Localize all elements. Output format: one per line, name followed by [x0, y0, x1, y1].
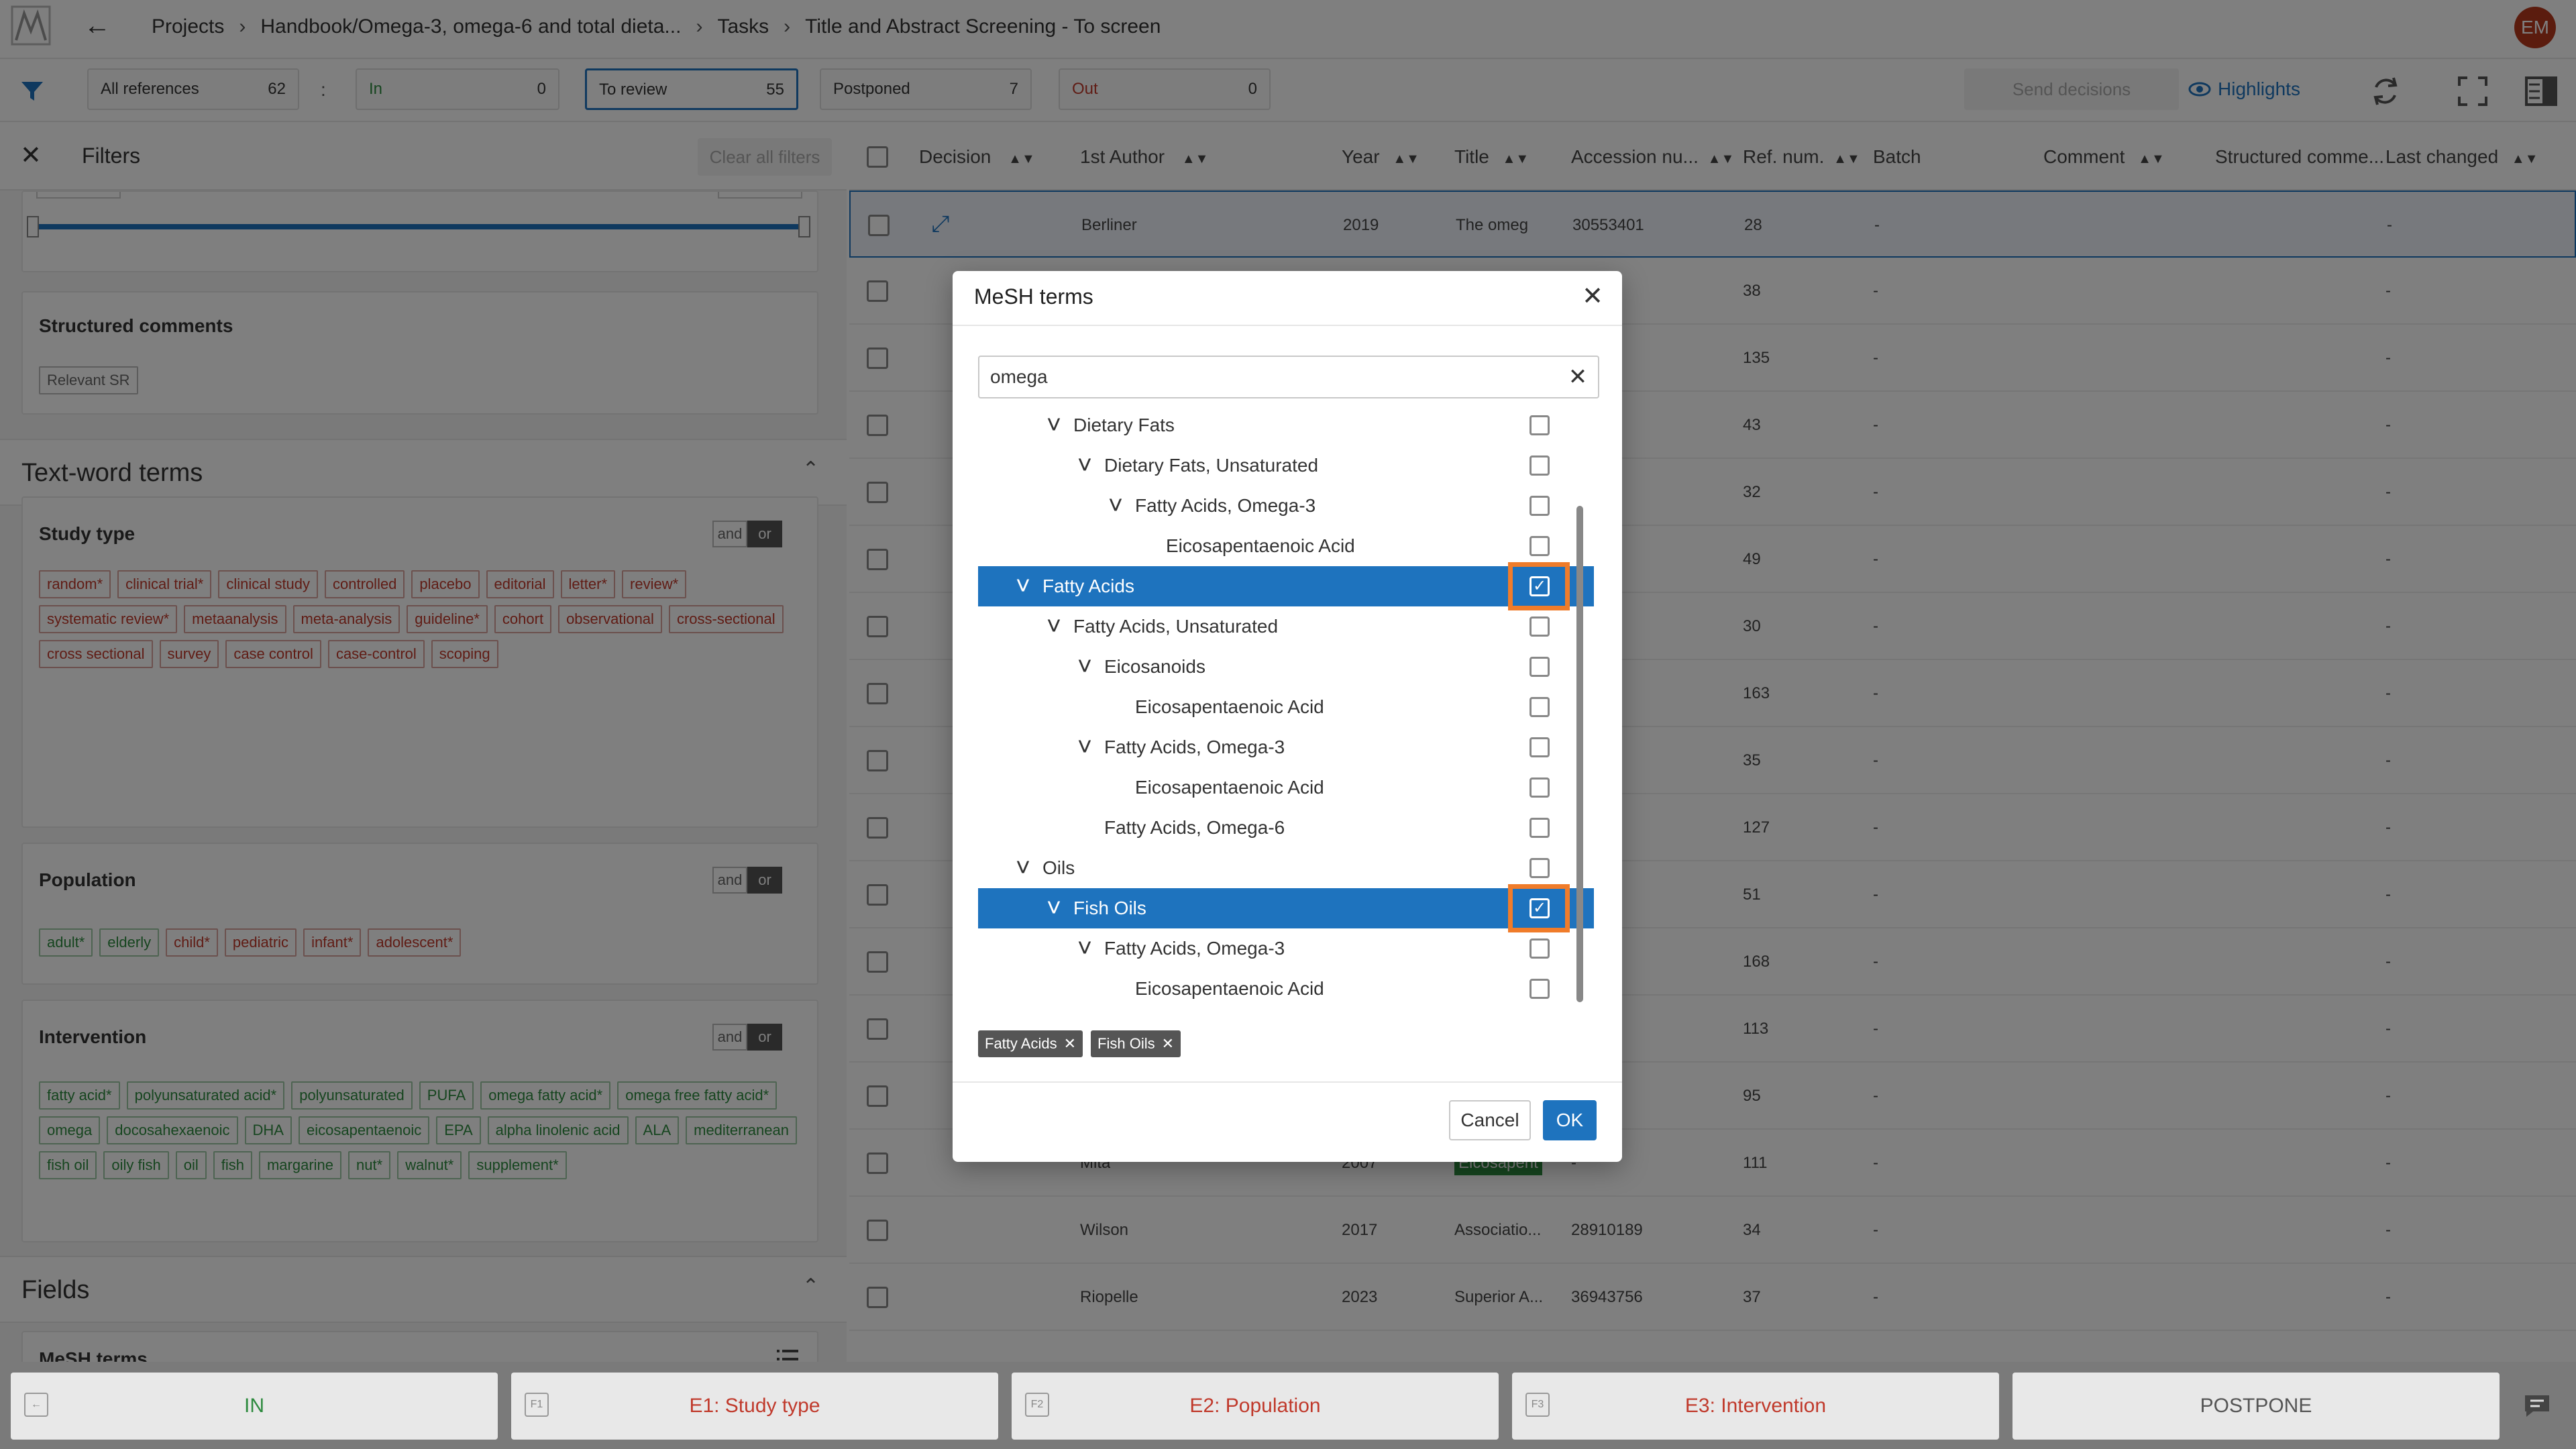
tree-checkbox[interactable] — [1529, 979, 1550, 999]
mesh-search-input[interactable] — [990, 362, 1540, 392]
keyboard-shortcut-icon: F3 — [1525, 1393, 1550, 1417]
decision-label: E3: Intervention — [1684, 1395, 1827, 1417]
highlight-box — [1508, 884, 1570, 932]
tree-node-label: Eicosapentaenoic Acid — [1166, 535, 1355, 556]
tree-checkbox[interactable] — [1529, 818, 1550, 838]
cancel-button[interactable]: Cancel — [1449, 1100, 1531, 1140]
tree-checkbox[interactable] — [1529, 737, 1550, 757]
keyboard-shortcut-icon: ← — [24, 1393, 48, 1417]
tree-checkbox[interactable] — [1529, 858, 1550, 878]
tree-node-label: Fatty Acids, Omega-3 — [1104, 737, 1285, 757]
tree-checkbox[interactable] — [1529, 455, 1550, 476]
decision-e2-button[interactable]: F2 E2: Population — [1012, 1373, 1499, 1440]
decision-label: E2: Population — [1189, 1395, 1321, 1417]
tree-node[interactable]: ˅ Fatty Acids, Omega-3 — [978, 928, 1594, 969]
decision-in-button[interactable]: ← IN — [11, 1373, 498, 1440]
tree-node-label: Dietary Fats, Unsaturated — [1104, 455, 1319, 476]
tree-checkbox[interactable] — [1529, 777, 1550, 798]
tree-node-label: Eicosanoids — [1104, 656, 1205, 677]
clear-search-icon[interactable]: ✕ — [1564, 364, 1591, 390]
decision-e1-button[interactable]: F1 E1: Study type — [511, 1373, 998, 1440]
ok-button[interactable]: OK — [1543, 1100, 1597, 1140]
tree-node-label: Fish Oils — [1073, 898, 1146, 918]
decision-label: E1: Study type — [689, 1395, 820, 1417]
selected-term-label: Fatty Acids — [985, 1035, 1057, 1052]
keyboard-shortcut-icon: F1 — [525, 1393, 549, 1417]
keyboard-shortcut-icon: F2 — [1025, 1393, 1049, 1417]
chevron-down-icon[interactable]: ˅ — [1044, 405, 1064, 445]
chevron-down-icon[interactable]: ˅ — [1013, 566, 1033, 606]
tree-node[interactable]: Fatty Acids, Omega-6 — [978, 808, 1594, 848]
tree-node[interactable]: ˅ Dietary Fats, Unsaturated — [978, 445, 1594, 486]
tree-node[interactable]: Eicosapentaenoic Acid — [978, 969, 1594, 1009]
tree-checkbox[interactable] — [1529, 657, 1550, 677]
chevron-down-icon[interactable]: ˅ — [1075, 647, 1095, 687]
tree-checkbox[interactable] — [1529, 938, 1550, 959]
remove-tag-icon[interactable]: ✕ — [1162, 1030, 1174, 1057]
tree-node[interactable]: ˅ Fatty Acids, Omega-3 — [978, 486, 1594, 526]
tree-node-label: Fatty Acids, Unsaturated — [1073, 616, 1279, 637]
tree-node-label: Fatty Acids — [1042, 576, 1134, 596]
tree-node[interactable]: ˅ Fatty Acids, Unsaturated — [978, 606, 1594, 647]
chevron-down-icon[interactable]: ˅ — [1044, 606, 1064, 647]
tree-scrollbar[interactable] — [1576, 506, 1583, 1002]
chevron-down-icon[interactable]: ˅ — [1075, 727, 1095, 767]
tree-node[interactable]: ˅ Fatty Acids, Omega-3 — [978, 727, 1594, 767]
decision-bar: ← IN F1 E1: Study type F2 E2: Population F3… — [0, 1362, 2576, 1449]
postpone-button[interactable]: POSTPONE — [2012, 1373, 2500, 1440]
tree-node-label: Fatty Acids, Omega-3 — [1104, 938, 1285, 959]
mesh-terms-dialog: MeSH terms ✕ ✕ ˅ Dietary Fats ˅ Dietary Fat… — [953, 271, 1622, 1162]
tree-checkbox[interactable] — [1529, 616, 1550, 637]
decision-e3-button[interactable]: F3 E3: Intervention — [1512, 1373, 1999, 1440]
tree-node-label: Dietary Fats — [1073, 415, 1175, 435]
mesh-search-box: ✕ — [978, 356, 1599, 398]
tree-node[interactable]: Eicosapentaenoic Acid — [978, 526, 1594, 566]
selected-term-tag: Fish Oils ✕ — [1091, 1030, 1181, 1057]
highlight-box — [1508, 562, 1570, 610]
comment-icon[interactable] — [2524, 1394, 2551, 1418]
tree-node-label: Fatty Acids, Omega-6 — [1104, 817, 1285, 838]
tree-node-label: Fatty Acids, Omega-3 — [1135, 495, 1316, 516]
tree-checkbox[interactable] — [1529, 415, 1550, 435]
selected-term-tag: Fatty Acids ✕ — [978, 1030, 1083, 1057]
decision-label: IN — [244, 1395, 264, 1417]
tree-node[interactable]: ˅ Eicosanoids — [978, 647, 1594, 687]
chevron-down-icon[interactable]: ˅ — [1106, 486, 1126, 526]
tree-node-label: Eicosapentaenoic Acid — [1135, 777, 1324, 798]
dialog-footer-divider — [953, 1081, 1622, 1083]
close-icon[interactable]: ✕ — [1578, 282, 1607, 311]
tree-node[interactable]: ˅ Dietary Fats — [978, 405, 1594, 445]
tree-checkbox[interactable] — [1529, 697, 1550, 717]
remove-tag-icon[interactable]: ✕ — [1064, 1030, 1076, 1057]
tree-node[interactable]: ˅ Oils — [978, 848, 1594, 888]
tree-checkbox[interactable] — [1529, 536, 1550, 556]
tree-node[interactable]: Eicosapentaenoic Acid — [978, 687, 1594, 727]
tree-node[interactable]: ˅ Fatty Acids ✓ — [978, 562, 1594, 610]
dialog-title: MeSH terms — [974, 284, 1093, 309]
chevron-down-icon[interactable]: ˅ — [1075, 445, 1095, 486]
tree-node-label: Eicosapentaenoic Acid — [1135, 978, 1324, 999]
chevron-down-icon[interactable]: ˅ — [1075, 928, 1095, 969]
tree-node[interactable]: Eicosapentaenoic Acid — [978, 767, 1594, 808]
tree-node-label: Oils — [1042, 857, 1075, 878]
tree-node-label: Eicosapentaenoic Acid — [1135, 696, 1324, 717]
chevron-down-icon[interactable]: ˅ — [1044, 888, 1064, 928]
tree-checkbox[interactable] — [1529, 496, 1550, 516]
selected-term-label: Fish Oils — [1097, 1035, 1155, 1052]
selected-terms: Fatty Acids ✕ Fish Oils ✕ — [978, 1030, 1181, 1057]
chevron-down-icon[interactable]: ˅ — [1013, 848, 1033, 888]
tree-node[interactable]: ˅ Fish Oils ✓ — [978, 884, 1594, 932]
dialog-header: MeSH terms ✕ — [953, 271, 1622, 326]
